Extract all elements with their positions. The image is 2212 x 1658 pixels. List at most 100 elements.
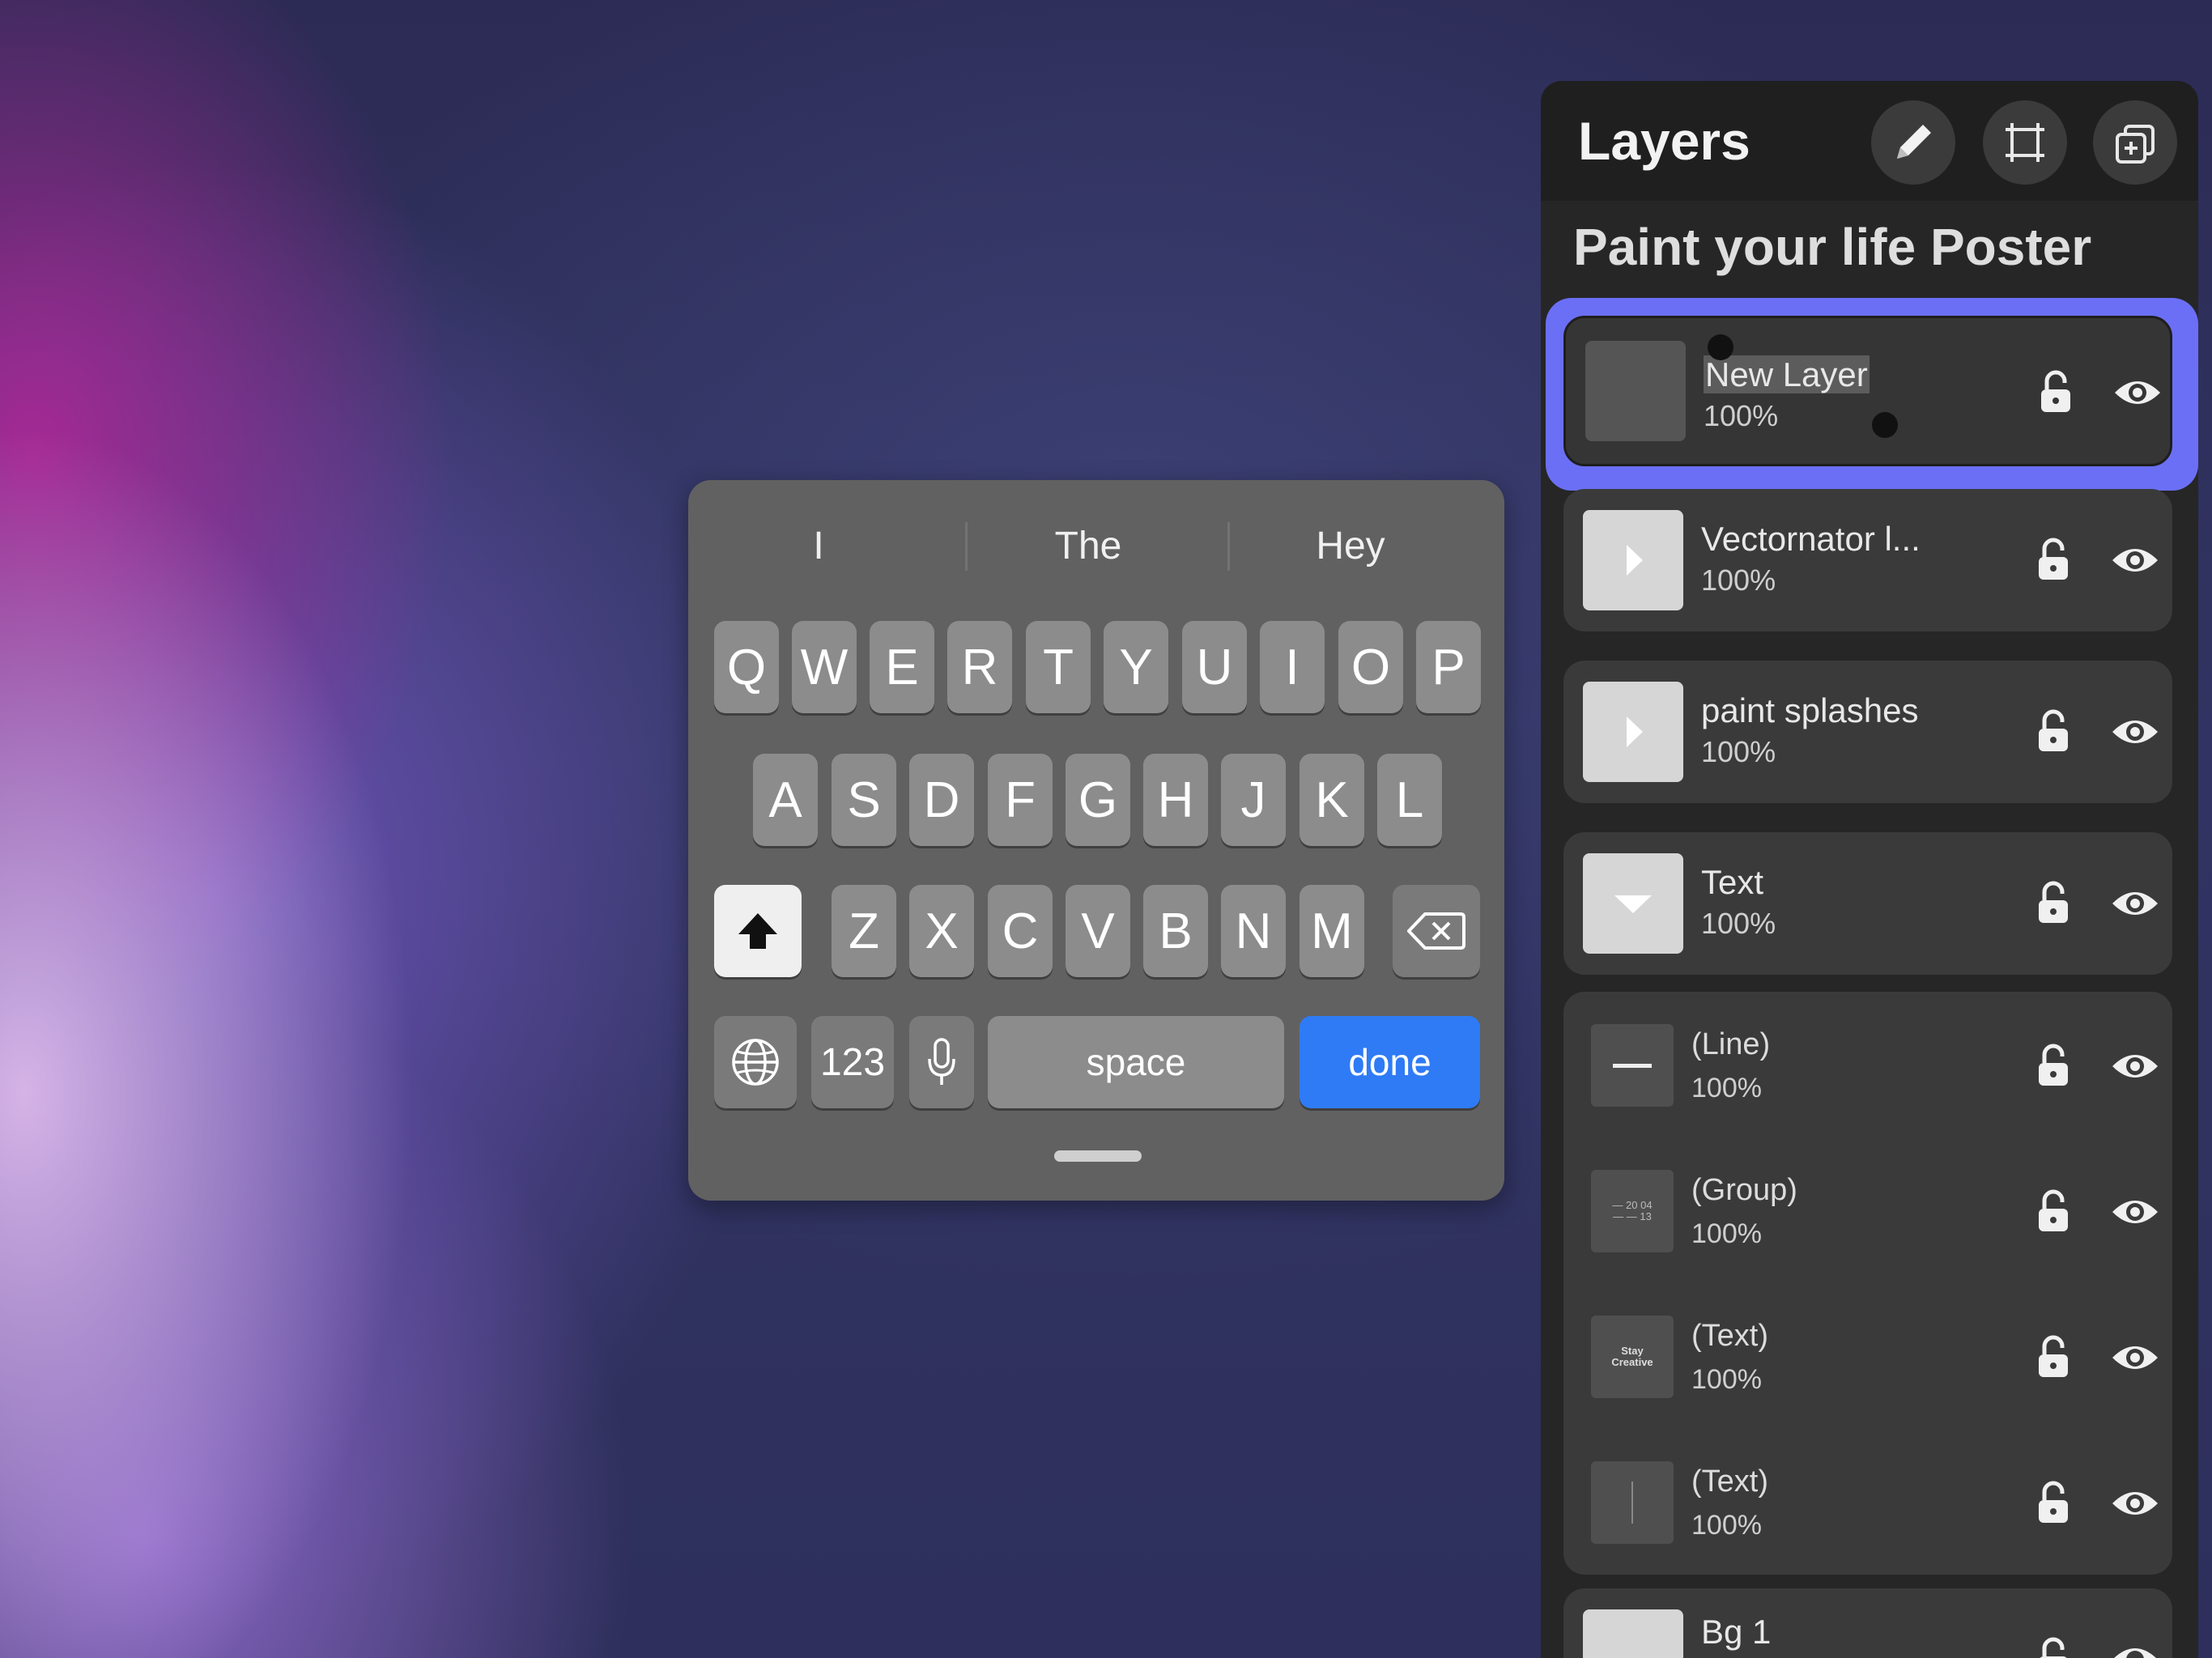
key-q[interactable]: Q <box>714 621 779 713</box>
thumbnail-text: — 20 04 — — 13 <box>1612 1199 1653 1222</box>
key-y[interactable]: Y <box>1104 621 1168 713</box>
key-s[interactable]: S <box>832 754 896 846</box>
layer-thumbnail[interactable] <box>1583 1609 1683 1658</box>
unlock-icon[interactable] <box>2033 536 2074 583</box>
layer-name: paint splashes <box>1701 691 1919 729</box>
shift-key[interactable] <box>714 885 802 977</box>
eye-icon[interactable] <box>2109 1194 2161 1230</box>
suggestion-1[interactable]: I <box>689 524 948 568</box>
shift-icon <box>738 913 777 949</box>
unlock-icon[interactable] <box>2033 879 2074 926</box>
sublayer-thumbnail[interactable] <box>1591 1024 1674 1107</box>
eye-icon[interactable] <box>2112 375 2163 410</box>
sublayer-opacity: 100% <box>1691 1073 1762 1103</box>
key-i[interactable]: I <box>1260 621 1325 713</box>
sublayer-thumbnail[interactable]: — 20 04 — — 13 <box>1591 1170 1674 1252</box>
sublayer-thumbnail[interactable] <box>1591 1461 1674 1544</box>
key-t[interactable]: T <box>1026 621 1091 713</box>
eye-icon[interactable] <box>2109 542 2161 578</box>
sublayer-row[interactable]: (Line) 100% <box>1563 992 2172 1137</box>
layer-thumbnail[interactable] <box>1583 510 1683 610</box>
collapse-arrow-icon[interactable] <box>1611 887 1655 920</box>
key-v[interactable]: V <box>1066 885 1130 977</box>
layer-opacity: 100% <box>1704 399 1779 432</box>
layer-name-input[interactable]: New Layer <box>1704 355 1870 394</box>
backspace-key[interactable] <box>1393 885 1480 977</box>
key-f[interactable]: F <box>988 754 1053 846</box>
eye-icon[interactable] <box>2109 1048 2161 1084</box>
key-e[interactable]: E <box>870 621 934 713</box>
layer-name: Vectornator l... <box>1701 520 1921 558</box>
unlock-icon[interactable] <box>2033 1479 2074 1526</box>
document-title: Paint your life Poster <box>1573 218 2092 276</box>
suggestion-2[interactable]: The <box>959 524 1218 568</box>
key-g[interactable]: G <box>1066 754 1130 846</box>
sublayer-row[interactable]: (Text) 100% <box>1563 1429 2172 1575</box>
unlock-icon[interactable] <box>2033 708 2074 755</box>
keyboard-drag-handle[interactable] <box>1054 1150 1142 1162</box>
done-key[interactable]: done <box>1300 1016 1480 1108</box>
key-w[interactable]: W <box>792 621 857 713</box>
key-b[interactable]: B <box>1143 885 1208 977</box>
sublayer-name: (Group) <box>1691 1173 1797 1207</box>
eye-icon[interactable] <box>2109 1486 2161 1521</box>
layer-thumbnail[interactable] <box>1585 341 1686 441</box>
numbers-key[interactable]: 123 <box>811 1016 894 1108</box>
layer-row-vectornator[interactable]: Vectornator l... 100% <box>1563 489 2172 631</box>
key-j[interactable]: J <box>1221 754 1286 846</box>
layer-row-bg-1[interactable]: Bg 1 <box>1563 1588 2172 1658</box>
eye-icon[interactable] <box>2109 714 2161 750</box>
suggestion-3[interactable]: Hey <box>1221 524 1480 568</box>
key-p[interactable]: P <box>1416 621 1481 713</box>
key-h[interactable]: H <box>1143 754 1208 846</box>
key-n[interactable]: N <box>1221 885 1286 977</box>
eye-icon[interactable] <box>2109 1642 2161 1658</box>
unlock-icon[interactable] <box>2033 1635 2074 1658</box>
key-m[interactable]: M <box>1300 885 1364 977</box>
expand-arrow-icon[interactable] <box>1617 712 1649 752</box>
edit-button[interactable] <box>1871 100 1955 185</box>
thumbnail-text: Stay Creative <box>1611 1345 1653 1368</box>
unlock-icon[interactable] <box>2033 1042 2074 1089</box>
sublayer-opacity: 100% <box>1691 1510 1762 1541</box>
eye-icon[interactable] <box>2109 1340 2161 1375</box>
sublayer-row[interactable]: — 20 04 — — 13 (Group) 100% <box>1563 1137 2172 1283</box>
unlock-icon[interactable] <box>2033 1188 2074 1235</box>
unlock-icon[interactable] <box>2035 368 2076 415</box>
layer-row-paint-splashes[interactable]: paint splashes 100% <box>1563 661 2172 803</box>
key-x[interactable]: X <box>909 885 974 977</box>
expand-arrow-icon[interactable] <box>1617 540 1649 580</box>
layer-row-text-group[interactable]: Text 100% <box>1563 832 2172 975</box>
pencil-icon <box>1897 125 1931 159</box>
key-o[interactable]: O <box>1338 621 1403 713</box>
layer-row-new-layer[interactable]: New Layer 100% <box>1563 316 2172 466</box>
layer-name: Bg 1 <box>1701 1613 1772 1651</box>
space-key[interactable]: space <box>988 1016 1284 1108</box>
sublayer-name: (Text) <box>1691 1465 1768 1499</box>
key-z[interactable]: Z <box>832 885 896 977</box>
globe-icon <box>732 1039 779 1086</box>
transform-button[interactable] <box>1983 100 2067 185</box>
layer-name: Text <box>1701 863 1764 901</box>
layer-opacity: 100% <box>1701 735 1776 768</box>
key-u[interactable]: U <box>1182 621 1247 713</box>
selection-end-handle[interactable] <box>1872 412 1898 438</box>
key-a[interactable]: A <box>753 754 818 846</box>
duplicate-button[interactable] <box>2093 100 2177 185</box>
key-d[interactable]: D <box>909 754 974 846</box>
globe-key[interactable] <box>714 1016 797 1108</box>
layer-thumbnail[interactable] <box>1583 853 1683 954</box>
eye-icon[interactable] <box>2109 886 2161 921</box>
dictation-key[interactable] <box>909 1016 974 1108</box>
key-k[interactable]: K <box>1300 754 1364 846</box>
key-r[interactable]: R <box>947 621 1012 713</box>
layer-opacity: 100% <box>1701 563 1776 597</box>
sublayer-thumbnail[interactable]: Stay Creative <box>1591 1316 1674 1398</box>
unlock-icon[interactable] <box>2033 1333 2074 1380</box>
key-c[interactable]: C <box>988 885 1053 977</box>
key-l[interactable]: L <box>1377 754 1442 846</box>
selection-start-handle[interactable] <box>1708 334 1733 360</box>
layer-thumbnail[interactable] <box>1583 682 1683 782</box>
sublayer-row[interactable]: Stay Creative (Text) 100% <box>1563 1283 2172 1429</box>
text-group-children: (Line) 100% — 20 04 — — 13 (Group) 100% <box>1563 992 2172 1575</box>
